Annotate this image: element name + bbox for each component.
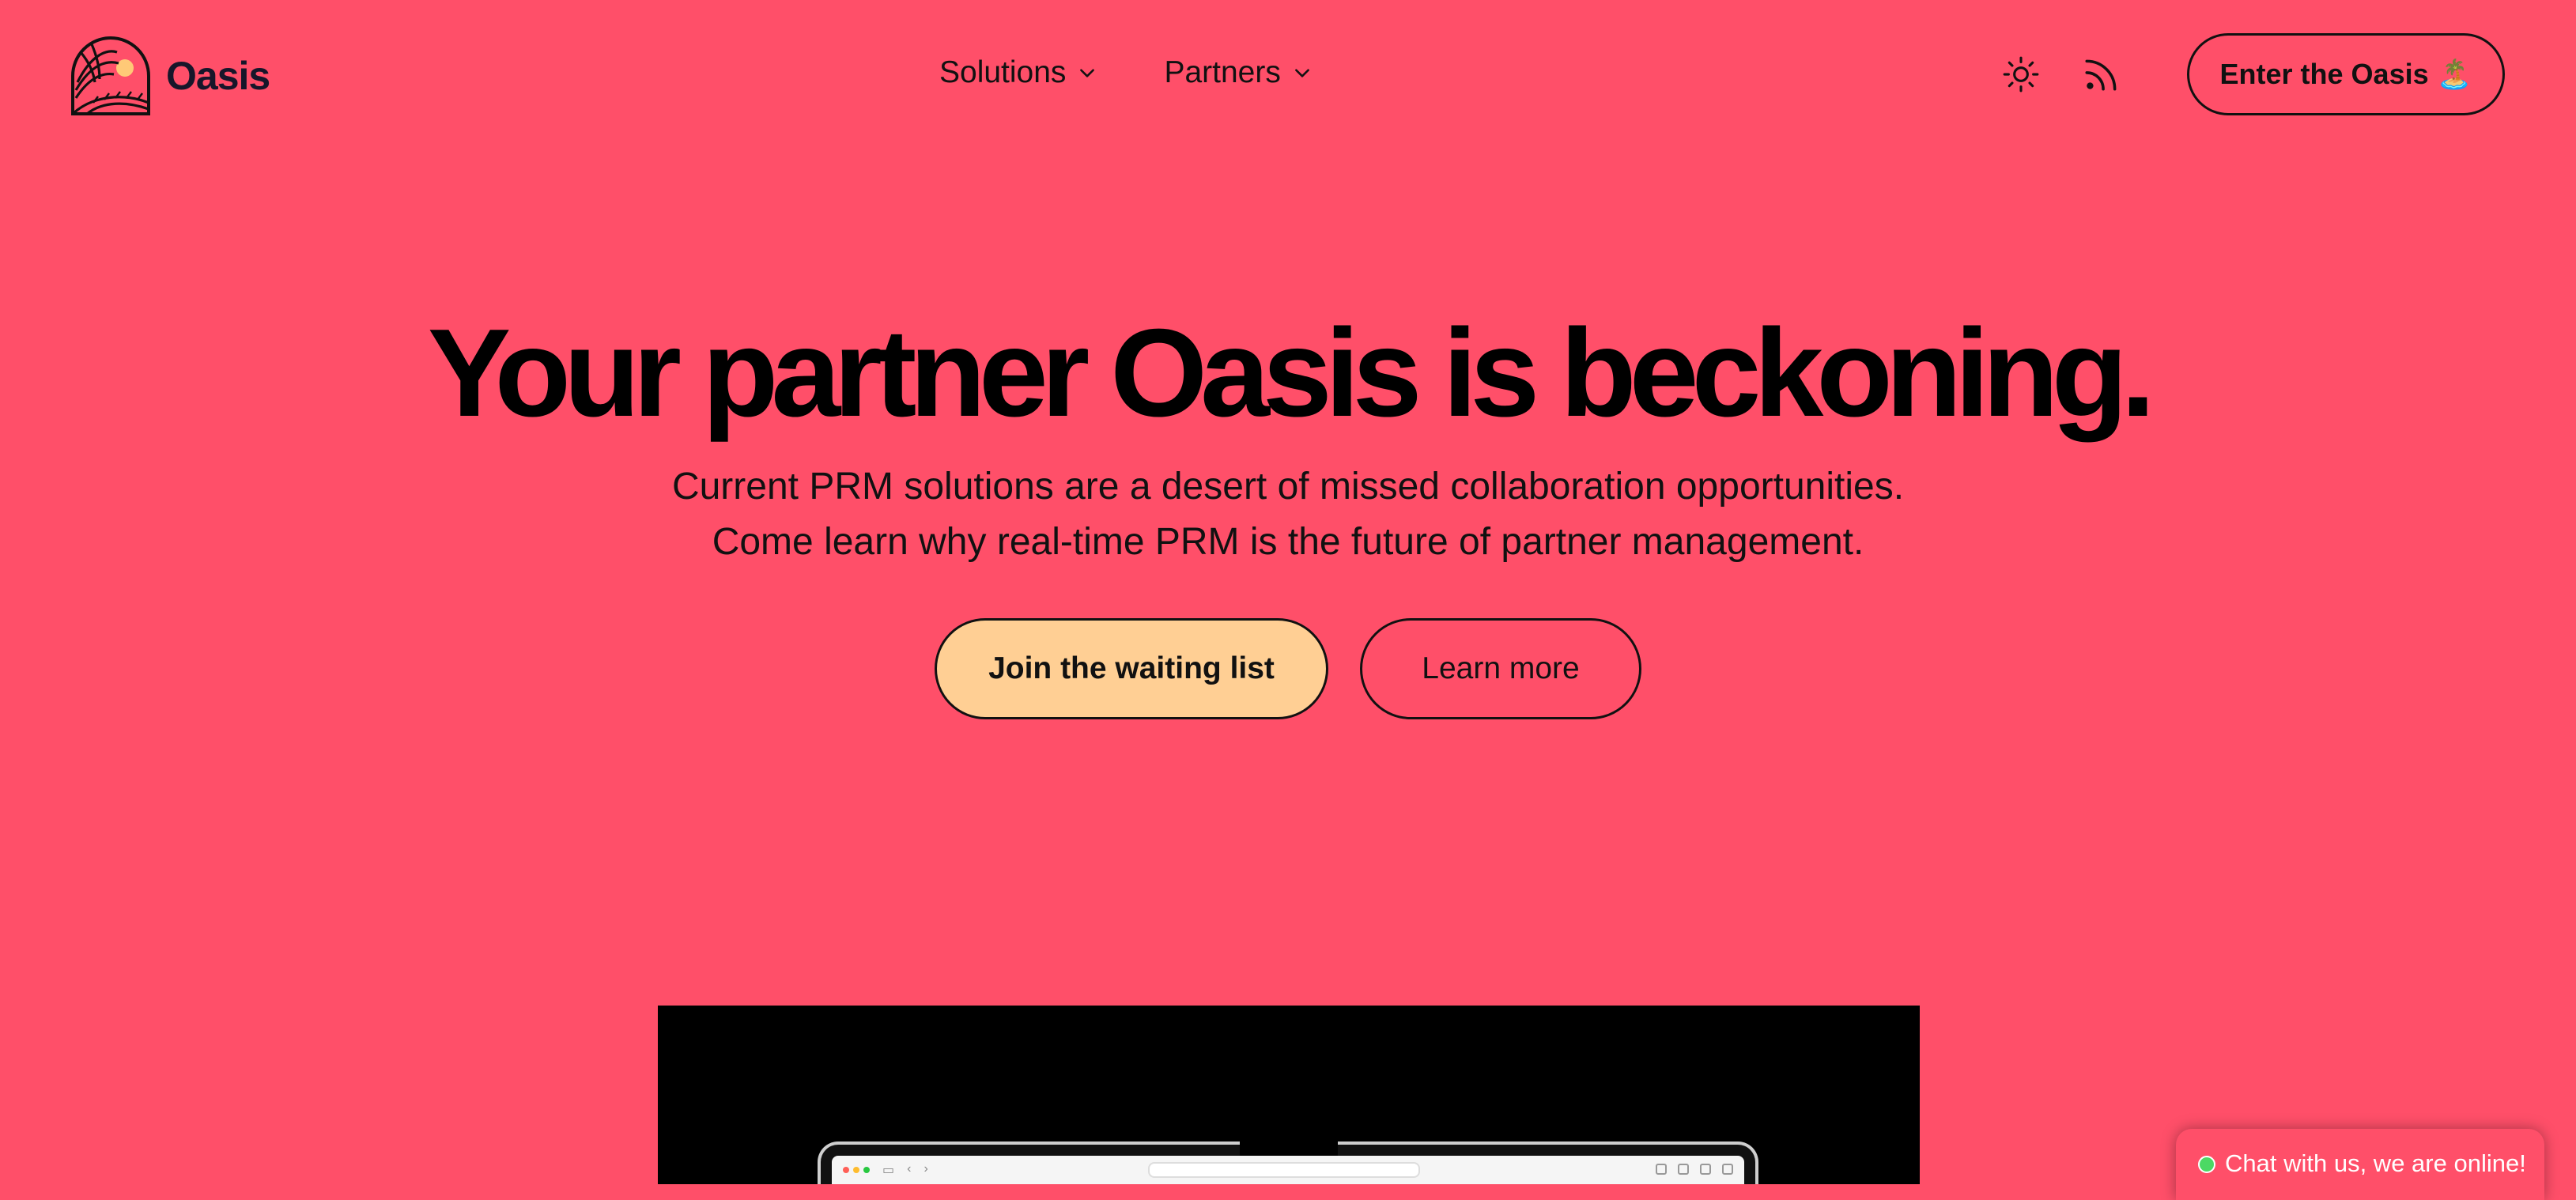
download-icon (1656, 1164, 1667, 1175)
tabs-overview-icon (1722, 1164, 1733, 1175)
brand-name: Oasis (166, 54, 270, 98)
brand-home-link[interactable]: Oasis (70, 35, 270, 117)
rss-icon (2085, 59, 2117, 91)
browser-url-bar (1148, 1162, 1420, 1178)
hero-title: Your partner Oasis is beckoning. (427, 304, 2155, 443)
chevron-down-icon (1294, 69, 1309, 77)
online-status-icon (2198, 1156, 2215, 1173)
theme-toggle-button[interactable] (1999, 52, 2043, 96)
window-controls (843, 1167, 870, 1173)
enter-the-oasis-label: Enter the Oasis (2219, 58, 2429, 90)
nav-partners[interactable]: Partners (1164, 55, 1312, 90)
island-emoji-icon: 🏝️ (2436, 58, 2472, 90)
header-icon-group (1999, 52, 2124, 96)
nav-solutions[interactable]: Solutions (939, 55, 1097, 90)
laptop-mockup: ▭ ‹ › (818, 1142, 1758, 1184)
sidebar-icon: ▭ (882, 1164, 895, 1177)
rss-feed-button[interactable] (2079, 52, 2124, 96)
chat-widget-label: Chat with us, we are online! (2225, 1149, 2526, 1177)
oasis-logo-icon (71, 36, 150, 115)
live-chat-widget[interactable]: Chat with us, we are online! (2176, 1129, 2544, 1200)
main-nav: Solutions Partners (939, 55, 1313, 90)
browser-toolbar-icons (1656, 1164, 1733, 1175)
laptop-screen: ▭ ‹ › (832, 1156, 1744, 1184)
join-waiting-list-button[interactable]: Join the waiting list (935, 618, 1328, 719)
share-icon (1678, 1164, 1689, 1175)
forward-arrow-icon: › (924, 1162, 928, 1175)
back-arrow-icon: ‹ (907, 1162, 912, 1175)
browser-nav-arrows: ▭ ‹ › (882, 1162, 928, 1178)
sun-icon (2003, 56, 2039, 92)
nav-solutions-label: Solutions (939, 55, 1067, 89)
learn-more-button[interactable]: Learn more (1360, 618, 1641, 719)
hero-subtitle-line-2: Come learn why real-time PRM is the futu… (712, 521, 1864, 563)
chevron-down-icon (1080, 69, 1095, 77)
nav-partners-label: Partners (1164, 55, 1281, 89)
minimize-dot-icon (853, 1167, 859, 1173)
new-tab-icon (1700, 1164, 1711, 1175)
maximize-dot-icon (863, 1167, 870, 1173)
product-demo-preview: ▭ ‹ › (658, 1006, 1920, 1184)
site-header: Oasis Solutions Partners Enter the Oasis… (0, 0, 2576, 152)
hero-subtitle-line-1: Current PRM solutions are a desert of mi… (671, 466, 1905, 508)
enter-the-oasis-button[interactable]: Enter the Oasis 🏝️ (2187, 33, 2505, 115)
hero-cta-row: Join the waiting list Learn more (0, 618, 2576, 719)
close-dot-icon (843, 1167, 849, 1173)
